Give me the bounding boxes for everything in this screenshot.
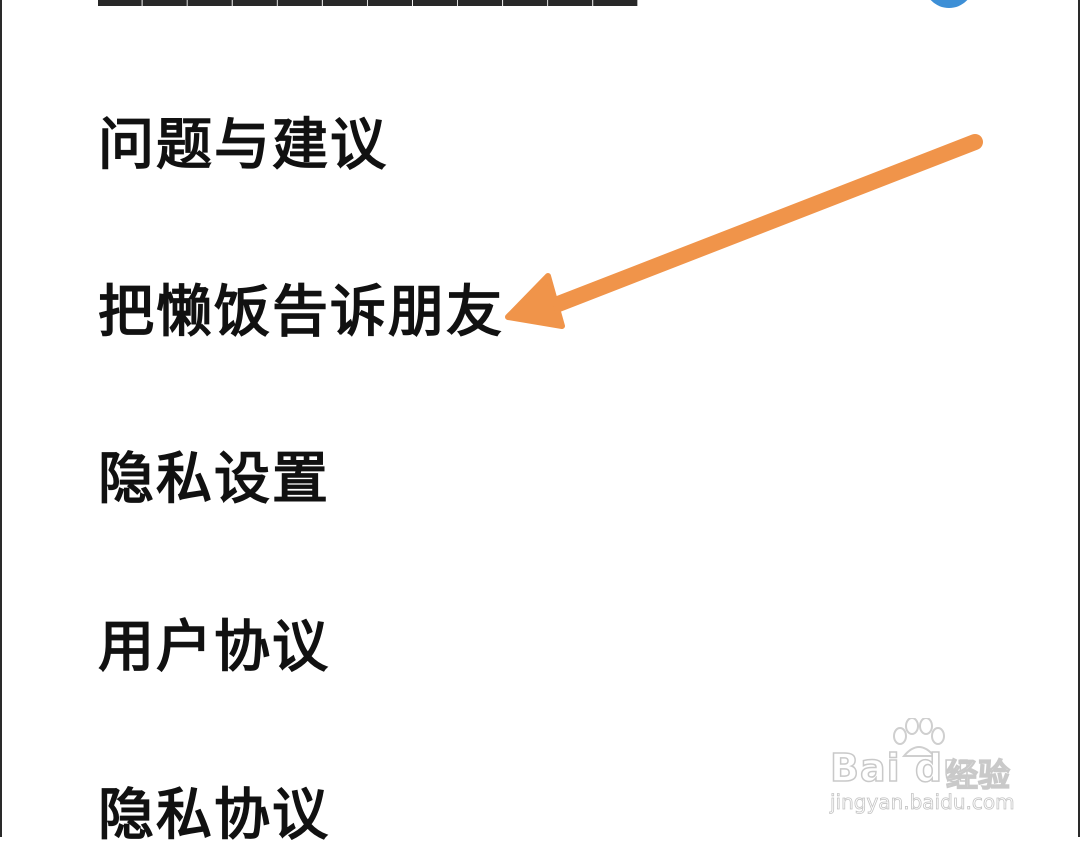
arrow-shaft: [540, 134, 983, 316]
baidu-jingyan-watermark: Bai du 经验 jingyan.baidu.com: [826, 718, 1036, 818]
watermark-url: jingyan.baidu.com: [830, 790, 1015, 815]
arrow-head: [505, 273, 565, 329]
annotation-arrow: [505, 134, 983, 329]
